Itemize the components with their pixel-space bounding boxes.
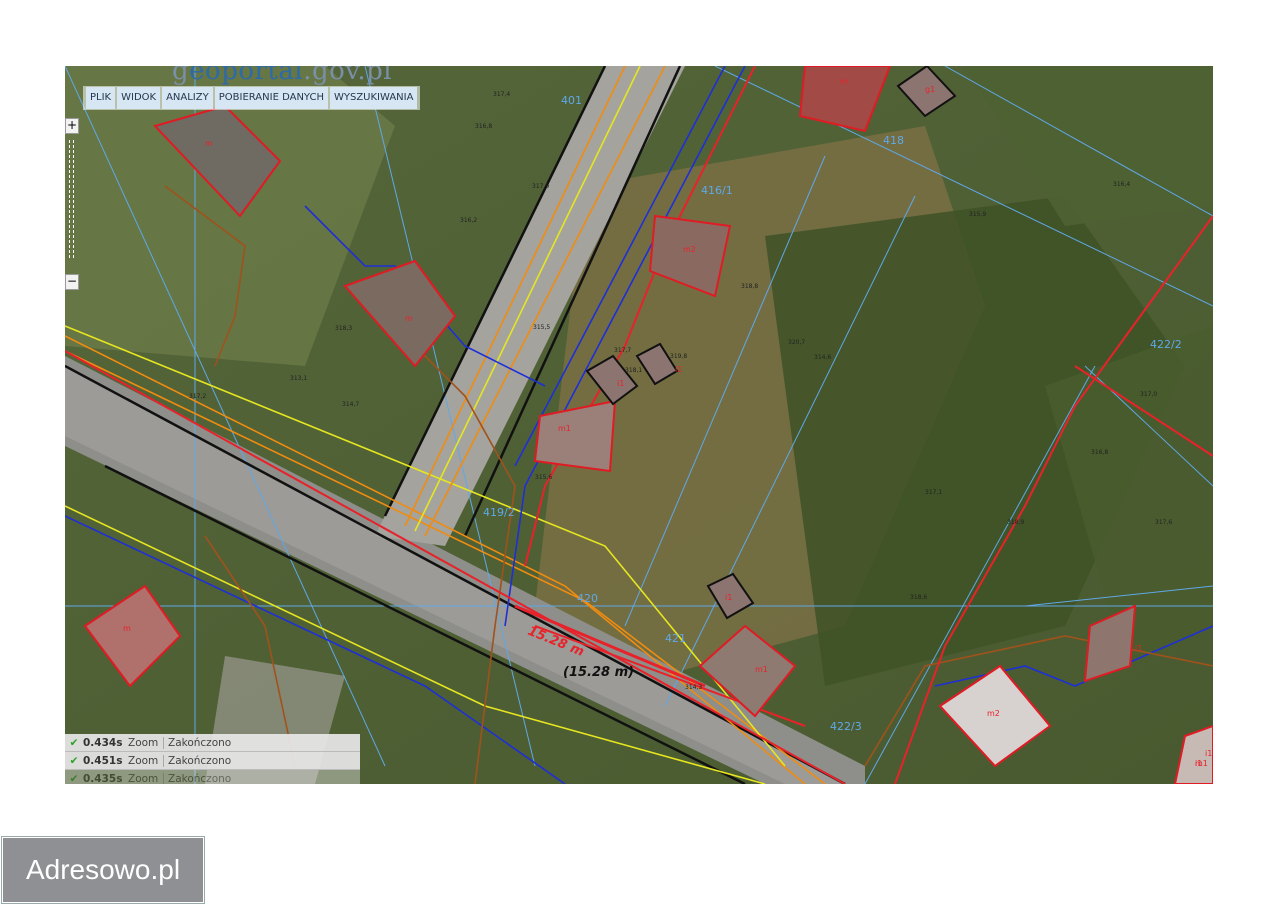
menu-bar: PLIK WIDOK ANALIZY POBIERANIE DANYCH WYS… <box>83 86 421 110</box>
parcel-number: 419/2 <box>483 506 515 519</box>
map-viewport[interactable]: 401 418 416/1 422/2 420 421 422/3 419/2 m m m m m1 m1… <box>65 66 1213 784</box>
height-point: 316,8 <box>475 123 492 130</box>
building-code: m <box>405 314 413 323</box>
height-point: 317,2 <box>189 393 206 400</box>
zoom-in-button[interactable]: + <box>65 118 79 134</box>
zoom-out-button[interactable]: − <box>65 274 79 290</box>
check-icon: ✔ <box>69 754 79 767</box>
building-code: i1 <box>725 593 732 602</box>
height-point: 320,7 <box>788 339 805 346</box>
log-action: Zoom <box>128 754 159 767</box>
building-code: m2 <box>683 245 696 254</box>
log-action: Zoom <box>128 736 159 749</box>
check-icon: ✔ <box>69 736 79 749</box>
menu-pobieranie-danych[interactable]: POBIERANIE DANYCH <box>214 87 328 109</box>
parcel-number: 421 <box>665 632 686 645</box>
building-code: i1 <box>675 365 682 374</box>
geoportal-logo: geoportal.gov.pl <box>172 66 392 86</box>
height-point: 313,1 <box>290 375 307 382</box>
height-point: 317,1 <box>925 489 942 496</box>
building-code: m1 <box>558 424 571 433</box>
log-status: Zakończono <box>163 772 231 784</box>
building-code: i1 <box>617 379 624 388</box>
height-point: 316,2 <box>460 217 477 224</box>
log-status: Zakończono <box>163 736 231 749</box>
building-code: g1 <box>925 85 935 94</box>
height-point: 317,6 <box>1155 519 1172 526</box>
log-row: ✔ 0.435s Zoom Zakończono <box>65 770 360 784</box>
parcel-number: 420 <box>577 592 598 605</box>
building-code: m <box>205 139 213 148</box>
building-code: m <box>840 77 848 86</box>
map-canvas[interactable]: 401 418 416/1 422/2 420 421 422/3 419/2 m m m m m1 m1… <box>65 66 1213 784</box>
building-code: m <box>123 624 131 633</box>
height-point: 318,6 <box>910 594 927 601</box>
parcel-number: 401 <box>561 94 582 107</box>
building-code: i1 <box>1205 749 1212 758</box>
height-point: 318,3 <box>335 325 352 332</box>
measure-value-paren: (15.28 m) <box>563 665 634 680</box>
height-point: 319,8 <box>670 353 687 360</box>
menu-widok[interactable]: WIDOK <box>117 87 161 109</box>
building-code: i1 <box>1135 644 1142 653</box>
log-time: 0.451s <box>83 754 123 767</box>
building-code: m2 <box>987 709 1000 718</box>
parcel-number: 422/2 <box>1150 338 1182 351</box>
height-point: 314,6 <box>814 354 831 361</box>
logo-prefix: g <box>172 66 190 86</box>
height-point: 315,9 <box>969 211 986 218</box>
log-time: 0.435s <box>83 772 123 785</box>
height-point: 316,8 <box>1091 449 1108 456</box>
zoom-control: + − <box>65 118 79 290</box>
log-time: 0.434s <box>83 736 123 749</box>
height-point: 318,9 <box>1007 519 1024 526</box>
check-icon: ✔ <box>69 772 79 785</box>
operation-log: ✔ 0.434s Zoom Zakończono ✔ 0.451s Zoom Z… <box>65 734 360 784</box>
log-row: ✔ 0.434s Zoom Zakończono <box>65 734 360 752</box>
building-code: m1 <box>755 665 768 674</box>
parcel-number: 416/1 <box>701 184 733 197</box>
height-point: 318,8 <box>741 283 758 290</box>
logo-suffix: .gov.pl <box>303 66 393 86</box>
menu-analizy[interactable]: ANALIZY <box>162 87 213 109</box>
height-point: 318,1 <box>625 367 642 374</box>
building-code: i1 <box>1195 759 1202 768</box>
log-status: Zakończono <box>163 754 231 767</box>
menu-wyszukiwania[interactable]: WYSZUKIWANIA <box>329 87 418 109</box>
height-point: 317,0 <box>532 183 549 190</box>
height-point: 316,4 <box>1113 181 1130 188</box>
height-point: 317,4 <box>493 91 510 98</box>
height-point: 314,7 <box>342 401 359 408</box>
height-point: 317,7 <box>614 347 631 354</box>
log-row: ✔ 0.451s Zoom Zakończono <box>65 752 360 770</box>
height-point: 317,0 <box>1140 391 1157 398</box>
logo-accent: eoportal <box>189 66 304 86</box>
parcel-number: 418 <box>883 134 904 147</box>
height-point: 315,5 <box>533 324 550 331</box>
height-point: 315,6 <box>535 474 552 481</box>
parcel-number: 422/3 <box>830 720 862 733</box>
log-action: Zoom <box>128 772 159 785</box>
height-point: 314,3 <box>685 684 702 691</box>
adresowo-watermark: Adresowo.pl <box>2 837 204 903</box>
zoom-slider[interactable] <box>69 140 74 258</box>
menu-plik[interactable]: PLIK <box>86 87 116 109</box>
